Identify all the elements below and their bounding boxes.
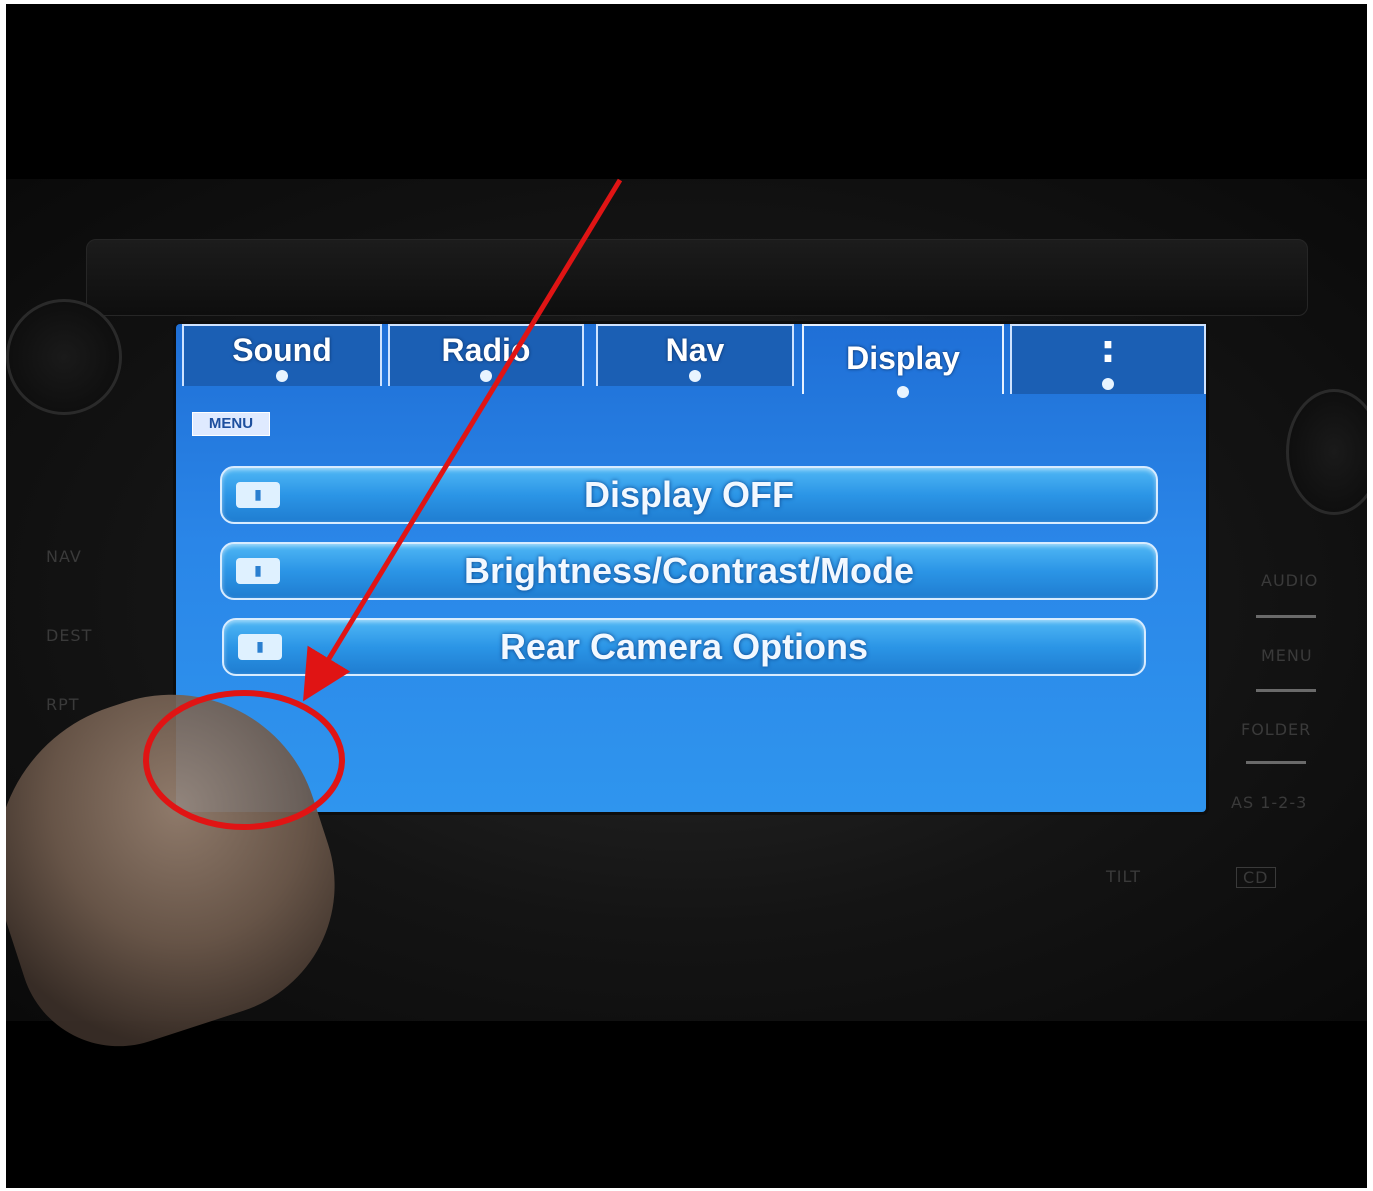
annotation-circle: [143, 690, 345, 830]
annotation-overlay: [143, 178, 623, 830]
video-frame: NAV DEST RPT AUDIO MENU FOLDER AS 1-2-3 …: [6, 4, 1367, 1188]
annotation-arrow: [303, 178, 623, 702]
